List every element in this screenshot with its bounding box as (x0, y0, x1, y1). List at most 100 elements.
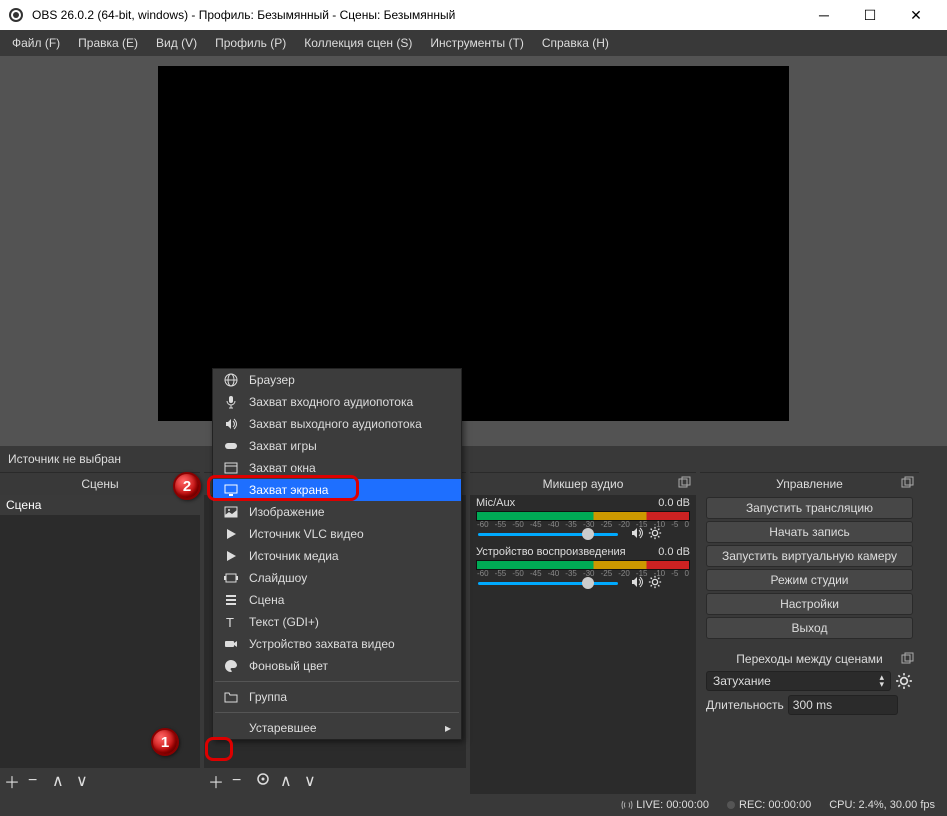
maximize-button[interactable]: ☐ (847, 0, 893, 30)
speaker-icon (223, 416, 239, 432)
minimize-button[interactable]: ─ (801, 0, 847, 30)
window-icon (223, 460, 239, 476)
ctx-item-устаревшее[interactable]: Устаревшее▸ (213, 717, 461, 739)
ctx-item-label: Группа (249, 690, 287, 704)
undock-icon[interactable] (678, 476, 692, 490)
slider-knob[interactable] (582, 577, 594, 589)
add-source-context-menu: БраузерЗахват входного аудиопотокаЗахват… (212, 368, 462, 740)
ctx-item-захват-входного-аудиопотока[interactable]: Захват входного аудиопотока (213, 391, 461, 413)
ctx-item-label: Сцена (249, 593, 284, 607)
ctx-item-захват-выходного-аудиопотока[interactable]: Захват выходного аудиопотока (213, 413, 461, 435)
control-button-5[interactable]: Выход (706, 617, 913, 639)
ctx-item-фоновый-цвет[interactable]: Фоновый цвет (213, 655, 461, 677)
controls-header[interactable]: Управление (700, 473, 919, 495)
preview-area[interactable] (0, 56, 947, 446)
scene-item[interactable]: Сцена (0, 495, 200, 516)
ctx-item-label: Изображение (249, 505, 325, 519)
ctx-item-браузер[interactable]: Браузер (213, 369, 461, 391)
remove-scene-button[interactable]: − (28, 772, 42, 790)
add-source-button[interactable]: ＋ (208, 769, 222, 793)
ctx-item-текст-gdi-[interactable]: T Текст (GDI+) (213, 611, 461, 633)
no-source-label: Источник не выбран (0, 446, 947, 472)
source-down-button[interactable]: ∨ (304, 771, 318, 791)
folder-icon (223, 689, 239, 705)
ctx-item-label: Захват окна (249, 461, 316, 475)
annotation-box-2 (207, 475, 359, 501)
mixer-title: Микшер аудио (543, 477, 624, 491)
mic-icon (223, 394, 239, 410)
scenes-list[interactable]: Сцена (0, 495, 200, 768)
ctx-item-захват-игры[interactable]: Захват игры (213, 435, 461, 457)
menu-help[interactable]: Справка (H) (534, 33, 617, 53)
controls-body: Запустить трансляциюНачать записьЗапусти… (700, 495, 919, 794)
gear-icon[interactable] (648, 575, 662, 592)
palette-icon (223, 658, 239, 674)
source-props-button[interactable] (256, 772, 270, 791)
mixer-body: Mic/Aux0.0 dB -60-55-50-45-40-35-30-25-2… (470, 495, 696, 794)
control-button-0[interactable]: Запустить трансляцию (706, 497, 913, 519)
ctx-item-label: Устройство захвата видео (249, 637, 395, 651)
volume-meter: -60-55-50-45-40-35-30-25-20-15-10-50 (476, 511, 690, 521)
speaker-icon[interactable] (630, 526, 644, 543)
undock-icon[interactable] (901, 476, 915, 490)
control-button-3[interactable]: Режим студии (706, 569, 913, 591)
ctx-item-устройство-захвата-видео[interactable]: Устройство захвата видео (213, 633, 461, 655)
mixer-panel: Микшер аудио Mic/Aux0.0 dB -60-55-50-45-… (470, 472, 696, 794)
menubar: Файл (F) Правка (E) Вид (V) Профиль (P) … (0, 30, 947, 56)
mixer-header[interactable]: Микшер аудио (470, 473, 696, 495)
ctx-item-сцена[interactable]: Сцена (213, 589, 461, 611)
ctx-item-label: Устаревшее (249, 721, 317, 735)
spinner-icon: ▴▾ (879, 674, 884, 688)
obs-icon (8, 7, 24, 23)
control-button-4[interactable]: Настройки (706, 593, 913, 615)
ctx-item-label: Фоновый цвет (249, 659, 328, 673)
menu-tools[interactable]: Инструменты (T) (422, 33, 531, 53)
remove-source-button[interactable]: − (232, 772, 246, 790)
volume-slider[interactable] (478, 582, 618, 585)
close-button[interactable]: ✕ (893, 0, 939, 30)
control-button-1[interactable]: Начать запись (706, 521, 913, 543)
ctx-item-группа[interactable]: Группа (213, 686, 461, 708)
gamepad-icon (223, 438, 239, 454)
gear-icon[interactable] (648, 526, 662, 543)
image-icon (223, 504, 239, 520)
rec-dot-icon (727, 801, 735, 809)
play-icon (223, 548, 239, 564)
ctx-item-label: Слайдшоу (249, 571, 307, 585)
menu-view[interactable]: Вид (V) (148, 33, 205, 53)
menu-profile[interactable]: Профиль (P) (207, 33, 294, 53)
separator (215, 681, 459, 682)
duration-input[interactable] (788, 695, 898, 715)
scene-up-button[interactable]: ∧ (52, 771, 66, 791)
ctx-item-слайдшоу[interactable]: Слайдшоу (213, 567, 461, 589)
ctx-item-источник-vlc-видео[interactable]: Источник VLC видео (213, 523, 461, 545)
menu-file[interactable]: Файл (F) (4, 33, 68, 53)
slider-knob[interactable] (582, 528, 594, 540)
annotation-2: 2 (173, 472, 201, 500)
duration-label: Длительность (706, 698, 784, 712)
volume-slider[interactable] (478, 533, 618, 536)
text-icon: T (223, 614, 239, 630)
window-title: OBS 26.0.2 (64-bit, windows) - Профиль: … (32, 8, 455, 22)
scenes-header[interactable]: Сцены (0, 473, 200, 495)
source-up-button[interactable]: ∧ (280, 771, 294, 791)
menu-scenes[interactable]: Коллекция сцен (S) (296, 33, 420, 53)
transition-select[interactable]: Затухание ▴▾ (706, 671, 891, 691)
ctx-item-label: Текст (GDI+) (249, 615, 319, 629)
statusbar: LIVE: 00:00:00 REC: 00:00:00 CPU: 2.4%, … (0, 794, 947, 816)
undock-icon[interactable] (901, 652, 915, 666)
camera-icon (223, 636, 239, 652)
gear-icon[interactable] (895, 672, 913, 690)
play-icon (223, 526, 239, 542)
channel-db: 0.0 dB (658, 546, 690, 558)
slides-icon (223, 570, 239, 586)
ctx-item-источник-медиа[interactable]: Источник медиа (213, 545, 461, 567)
titlebar: OBS 26.0.2 (64-bit, windows) - Профиль: … (0, 0, 947, 30)
speaker-icon[interactable] (630, 575, 644, 592)
ctx-item-изображение[interactable]: Изображение (213, 501, 461, 523)
transitions-header[interactable]: Переходы между сценами (700, 649, 919, 669)
control-button-2[interactable]: Запустить виртуальную камеру (706, 545, 913, 567)
scene-down-button[interactable]: ∨ (76, 771, 90, 791)
add-scene-button[interactable]: ＋ (4, 769, 18, 793)
menu-edit[interactable]: Правка (E) (70, 33, 146, 53)
